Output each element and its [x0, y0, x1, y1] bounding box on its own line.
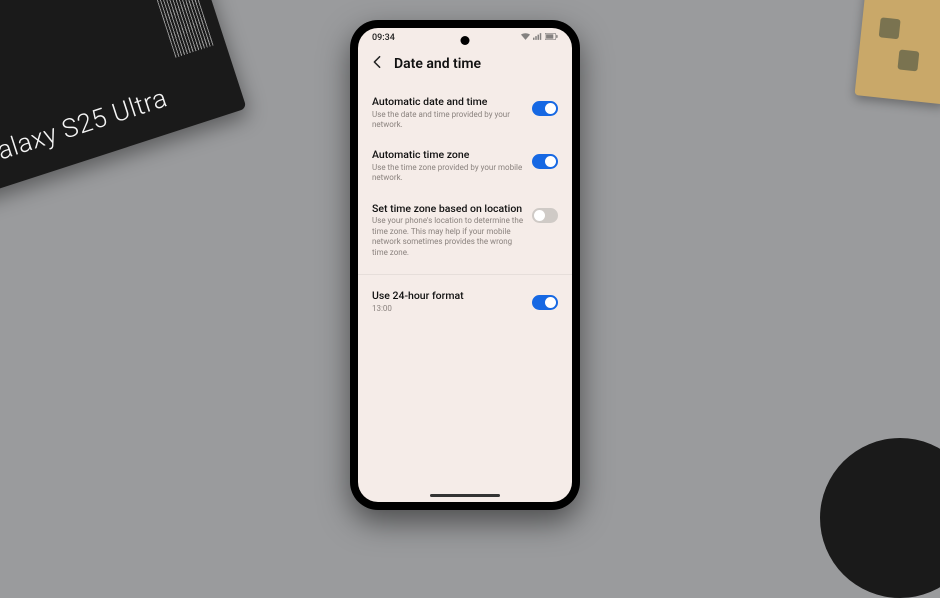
page-header: Date and time — [358, 45, 572, 87]
status-time: 09:34 — [372, 33, 395, 43]
wooden-block-prop — [854, 0, 940, 104]
setting-description: 13:00 — [372, 304, 524, 314]
gesture-nav-bar[interactable] — [430, 494, 500, 497]
setting-title: Use 24-hour format — [372, 289, 524, 303]
signal-icon — [533, 33, 542, 43]
setting-description: Use the date and time provided by your n… — [372, 110, 524, 131]
setting-auto-date-time[interactable]: Automatic date and time Use the date and… — [372, 87, 558, 140]
battery-icon — [545, 33, 558, 43]
product-box: Galaxy S25 Ultra — [0, 0, 247, 201]
setting-title: Automatic date and time — [372, 95, 524, 109]
setting-title: Automatic time zone — [372, 148, 524, 162]
phone-device: 09:34 Date and time A — [350, 20, 580, 510]
section-divider — [358, 274, 572, 275]
setting-location-time-zone[interactable]: Set time zone based on location Use your… — [372, 194, 558, 268]
settings-list: Automatic date and time Use the date and… — [358, 87, 572, 324]
front-camera-cutout — [461, 36, 470, 45]
status-icons — [521, 33, 558, 43]
toggle-auto-date-time[interactable] — [532, 101, 558, 116]
black-circle-prop — [820, 438, 940, 598]
setting-description: Use the time zone provided by your mobil… — [372, 163, 524, 184]
setting-24-hour-format[interactable]: Use 24-hour format 13:00 — [372, 281, 558, 324]
barcode-graphic — [132, 0, 213, 58]
page-title: Date and time — [394, 56, 481, 72]
phone-screen: 09:34 Date and time A — [358, 28, 572, 502]
wifi-icon — [521, 33, 530, 43]
setting-auto-time-zone[interactable]: Automatic time zone Use the time zone pr… — [372, 140, 558, 193]
product-box-label: Galaxy S25 Ultra — [0, 83, 171, 172]
toggle-location-time-zone[interactable] — [532, 208, 558, 223]
setting-title: Set time zone based on location — [372, 202, 524, 216]
toggle-auto-time-zone[interactable] — [532, 154, 558, 169]
toggle-24-hour-format[interactable] — [532, 295, 558, 310]
back-icon[interactable] — [370, 55, 384, 73]
setting-description: Use your phone's location to determine t… — [372, 216, 524, 258]
